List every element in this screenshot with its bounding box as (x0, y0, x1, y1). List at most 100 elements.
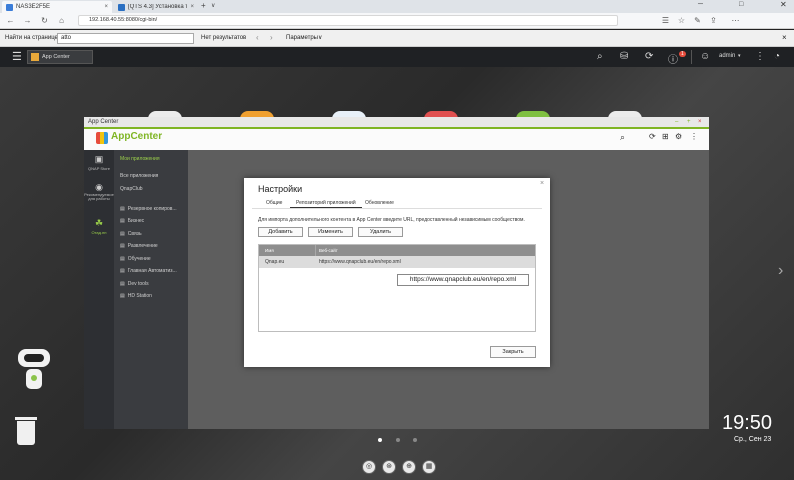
category-icon: ▤ (120, 243, 125, 249)
more-options-icon[interactable]: ⋮ (690, 132, 698, 141)
reading-list-icon[interactable]: ☰ (660, 15, 671, 26)
new-tab-button[interactable]: + (201, 1, 206, 10)
category-icon: ▤ (120, 268, 125, 274)
divider (252, 208, 542, 209)
settings-gear-icon[interactable]: ⚙ (675, 132, 682, 141)
user-icon[interactable]: ☺ (700, 51, 710, 62)
nav-category[interactable]: ▤ Dev tools (120, 281, 149, 287)
favorites-icon[interactable]: ☆ (676, 15, 687, 26)
browser-tab[interactable]: NAS3E2F5E × (2, 1, 112, 13)
find-prev-icon[interactable]: ‹ (256, 33, 259, 42)
back-icon[interactable]: ← (5, 15, 16, 26)
close-button[interactable]: × (698, 117, 702, 127)
page-dot[interactable] (413, 438, 417, 442)
window-minimize-button[interactable]: ─ (698, 1, 703, 8)
chevron-down-icon: ∨ (318, 35, 323, 41)
page-dot[interactable] (396, 438, 400, 442)
home-icon[interactable]: ⌂ (56, 15, 67, 26)
divider (691, 50, 692, 64)
taskbar-app-center[interactable]: App Center (27, 50, 93, 64)
minimize-button[interactable]: – (675, 117, 678, 127)
table-row[interactable]: Qnap.eu https://www.qnapclub.eu/en/repo.… (259, 256, 535, 268)
tab-list-button[interactable]: ∨ (211, 2, 215, 9)
window-close-button[interactable]: ✕ (780, 0, 787, 9)
user-name[interactable]: admin (719, 53, 735, 59)
appcenter-logo-icon (96, 132, 108, 144)
repo-site: https://www.qnapclub.eu/en/repo.xml (319, 259, 401, 265)
browser-tab-bar: NAS3E2F5E × [QTS 4.3] Установка торрен ×… (0, 0, 794, 13)
add-button[interactable]: Добавить (258, 227, 303, 237)
refresh-icon[interactable]: ⟳ (649, 132, 656, 141)
category-icon: ▤ (120, 281, 125, 287)
find-next-icon[interactable]: › (270, 33, 273, 42)
nav-category[interactable]: ▤ Обучение (120, 256, 151, 262)
window-title-text: App Center (88, 119, 119, 125)
dock-icon[interactable]: ⊕ (402, 460, 416, 474)
repo-name: Qnap.eu (265, 259, 285, 265)
url-field[interactable]: 192.168.40.55:8080/cgi-bin/ (78, 15, 618, 26)
refresh-icon[interactable]: ↻ (39, 15, 50, 26)
page-dot[interactable] (378, 438, 382, 442)
close-tab-icon[interactable]: × (104, 4, 108, 10)
share-icon[interactable]: ⇪ (708, 15, 719, 26)
nav-all-apps[interactable]: Все приложения (120, 173, 158, 179)
browser-tab[interactable]: [QTS 4.3] Установка торрен × (114, 1, 198, 13)
close-button[interactable]: Закрыть (490, 346, 536, 358)
search-icon[interactable]: ⌕ (597, 51, 603, 62)
maximize-button[interactable]: + (687, 117, 691, 127)
notes-icon[interactable]: ✎ (692, 15, 703, 26)
nav-category[interactable]: ▤ Главная Автоматиз... (120, 268, 177, 274)
appcenter-icon (31, 53, 39, 61)
site-icon (6, 3, 13, 11)
find-options[interactable]: Параметры (286, 35, 318, 41)
trash-icon[interactable] (15, 415, 37, 445)
category-icon: ▤ (120, 256, 125, 262)
nav-my-apps[interactable]: Мои приложения (120, 156, 160, 162)
sync-icon[interactable]: ⟳ (645, 51, 653, 62)
edit-button[interactable]: Изменить (308, 227, 353, 237)
qnap-store-item[interactable]: ▣ QNAP Store (84, 154, 114, 172)
address-bar: ← → ↻ ⌂ 192.168.40.55:8080/cgi-bin/ ☰ ☆ … (0, 13, 794, 29)
settings-dialog: Настройки × Общие Репозиторий приложений… (244, 178, 550, 367)
find-input[interactable]: atto (57, 33, 194, 44)
close-icon[interactable]: × (540, 180, 544, 187)
nav-category[interactable]: ▤ HD Station (120, 293, 152, 299)
bottom-dock: ◎ ⊛ ⊕ ▦ (362, 460, 436, 474)
dock-icon[interactable]: ⊛ (382, 460, 396, 474)
robot-helper-icon[interactable] (14, 347, 54, 402)
nav-category[interactable]: ▤ Бизнес (120, 218, 144, 224)
description-text: Для импорта дополнительного контента в A… (258, 217, 525, 223)
partners-item[interactable]: ☘ Отад.пн (84, 218, 114, 236)
main-menu-icon[interactable]: ☰ (12, 50, 22, 63)
close-tab-icon[interactable]: × (190, 4, 194, 10)
delete-button[interactable]: Удалить (358, 227, 403, 237)
tasks-icon[interactable]: ⛁ (620, 51, 628, 62)
nav-qnapclub[interactable]: QnapClub (120, 186, 143, 192)
more-options-icon[interactable]: ⋮ (755, 51, 765, 62)
recommended-item[interactable]: ◉ Рекомендуемое для работы (84, 182, 114, 201)
more-icon[interactable]: ⋯ (730, 15, 741, 26)
clock-time: 19:50 (722, 412, 773, 434)
window-restore-button[interactable]: □ (739, 1, 743, 8)
nav-category[interactable]: ▤ Резервное копиров... (120, 206, 177, 212)
nav-category[interactable]: ▤ Развлечение (120, 243, 158, 249)
taskbar-label: App Center (42, 54, 70, 60)
tab-repository[interactable]: Репозиторий приложений (296, 200, 356, 206)
tab-update[interactable]: Обновление (365, 200, 394, 206)
clock-date: Ср., Сен 23 (734, 436, 772, 443)
dashboard-icon[interactable]: ◔ (774, 51, 780, 62)
forward-icon[interactable]: → (22, 15, 33, 26)
nav-category[interactable]: ▤ Связь (120, 231, 142, 237)
close-find-icon[interactable]: × (782, 33, 787, 42)
notification-badge: 1 (679, 51, 686, 57)
dock-icon[interactable]: ◎ (362, 460, 376, 474)
notification-icon[interactable]: ⓘ (668, 51, 678, 66)
tab-title: [QTS 4.3] Установка торрен (127, 4, 188, 10)
install-manual-icon[interactable]: ⊞ (662, 132, 669, 141)
dialog-title: Настройки (258, 184, 303, 194)
category-icon: ▤ (120, 218, 125, 224)
dock-icon[interactable]: ▦ (422, 460, 436, 474)
next-page-icon[interactable]: › (778, 262, 783, 280)
search-icon[interactable]: ⌕ (620, 132, 625, 143)
tab-general[interactable]: Общие (266, 200, 282, 206)
